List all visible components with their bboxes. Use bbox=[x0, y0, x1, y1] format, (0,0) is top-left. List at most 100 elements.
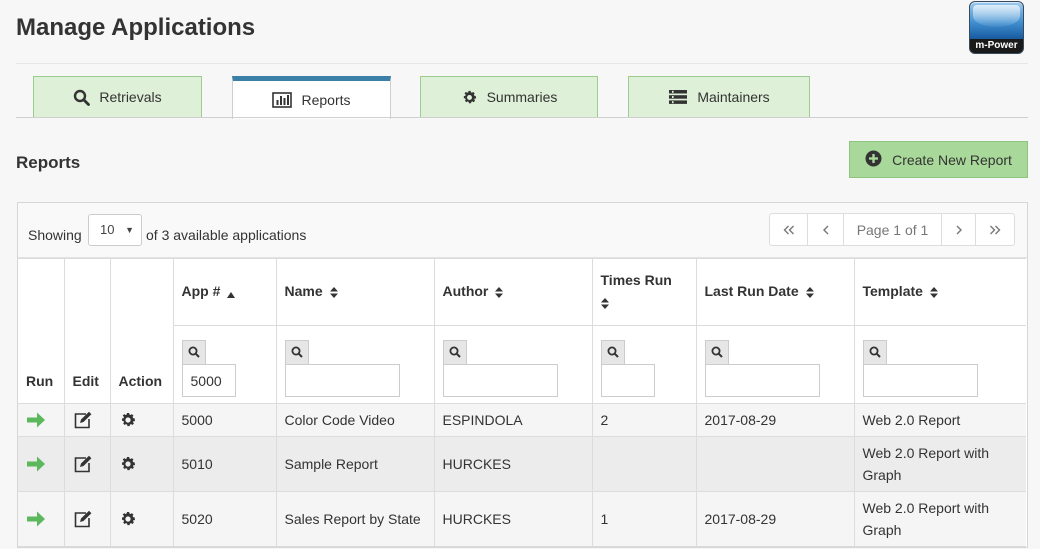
filter-search-button[interactable] bbox=[862, 340, 887, 364]
filter-search-button[interactable] bbox=[600, 340, 625, 364]
filter-app-number bbox=[173, 325, 277, 404]
gear-icon bbox=[461, 89, 478, 106]
double-chevron-right-icon bbox=[989, 222, 1001, 238]
section-title: Reports bbox=[16, 153, 81, 172]
last-run-cell: 2017-08-29 bbox=[695, 403, 855, 437]
name-cell: Color Code Video bbox=[275, 403, 435, 437]
action-cell bbox=[109, 436, 174, 492]
reports-panel: Showing 10 ▼ of 3 available applications… bbox=[17, 202, 1028, 548]
next-page-button[interactable] bbox=[942, 214, 976, 245]
times-run-cell: 1 bbox=[591, 491, 697, 547]
filter-template bbox=[853, 325, 1026, 404]
tab-reports[interactable]: Reports bbox=[232, 76, 391, 119]
list-icon bbox=[668, 89, 688, 105]
page-title: Manage Applications bbox=[16, 14, 256, 41]
author-filter-input[interactable] bbox=[442, 364, 558, 397]
tab-label: Maintainers bbox=[697, 89, 770, 105]
tab-maintainers[interactable]: Maintainers bbox=[628, 76, 810, 117]
page-size-select[interactable]: 10 ▼ bbox=[88, 214, 142, 246]
name-cell: Sample Report bbox=[275, 436, 435, 492]
name-cell: Sales Report by State bbox=[275, 491, 435, 547]
last-run-cell bbox=[695, 436, 855, 492]
times-run-cell bbox=[591, 436, 697, 492]
sort-icon bbox=[600, 293, 609, 315]
list-toolbar: Showing 10 ▼ of 3 available applications… bbox=[18, 203, 1027, 258]
sort-icon bbox=[929, 285, 938, 301]
filter-search-button[interactable] bbox=[442, 340, 467, 364]
col-app-number[interactable]: App # bbox=[172, 258, 277, 326]
create-button-label: Create New Report bbox=[892, 151, 1012, 168]
sort-icon bbox=[329, 285, 338, 301]
run-cell bbox=[18, 491, 65, 547]
template-cell: Web 2.0 Report with Graph bbox=[853, 491, 1026, 547]
col-template[interactable]: Template bbox=[853, 258, 1026, 326]
tab-retrievals[interactable]: Retrievals bbox=[33, 76, 202, 117]
search-icon bbox=[607, 345, 619, 361]
run-cell bbox=[18, 403, 65, 437]
tab-label: Reports bbox=[301, 92, 351, 108]
create-new-report-button[interactable]: Create New Report bbox=[849, 141, 1028, 178]
filter-search-button[interactable] bbox=[181, 340, 206, 364]
search-icon bbox=[711, 345, 723, 361]
run-arrow-icon[interactable] bbox=[26, 455, 56, 473]
times-run-cell: 2 bbox=[591, 403, 697, 437]
col-times-run[interactable]: Times Run bbox=[591, 258, 697, 326]
gear-icon[interactable] bbox=[119, 411, 165, 429]
app-number-cell: 5020 bbox=[172, 491, 277, 547]
table-row: 5000 Color Code Video ESPINDOLA 2 2017-0… bbox=[18, 403, 1026, 437]
col-name[interactable]: Name bbox=[275, 258, 435, 326]
run-arrow-icon[interactable] bbox=[26, 510, 56, 528]
col-last-run-date[interactable]: Last Run Date bbox=[695, 258, 855, 326]
filter-author bbox=[433, 325, 593, 404]
action-cell bbox=[109, 491, 174, 547]
edit-icon[interactable] bbox=[73, 455, 102, 473]
col-author[interactable]: Author bbox=[433, 258, 593, 326]
logo-label: m-Power bbox=[970, 39, 1023, 53]
pagination: Page 1 of 1 bbox=[769, 213, 1015, 246]
run-cell bbox=[18, 436, 65, 492]
caret-down-icon: ▼ bbox=[125, 225, 134, 235]
filter-last-run-date bbox=[695, 325, 855, 404]
table-row: 5010 Sample Report HURCKES Web 2.0 Repor… bbox=[18, 436, 1026, 492]
chevron-left-icon bbox=[822, 222, 830, 238]
col-author-label: Author bbox=[442, 283, 489, 300]
col-app-label: App # bbox=[181, 283, 221, 300]
search-icon bbox=[869, 345, 881, 361]
filter-search-button[interactable] bbox=[704, 340, 729, 364]
first-page-button[interactable] bbox=[770, 214, 808, 245]
gear-icon[interactable] bbox=[119, 455, 165, 473]
edit-icon[interactable] bbox=[73, 510, 102, 528]
search-icon bbox=[449, 345, 461, 361]
tab-label: Retrievals bbox=[99, 89, 162, 105]
last-run-filter-input[interactable] bbox=[704, 364, 820, 397]
filter-search-button[interactable] bbox=[284, 340, 309, 364]
template-cell: Web 2.0 Report bbox=[853, 403, 1026, 437]
app-number-cell: 5000 bbox=[172, 403, 277, 437]
chevron-right-icon bbox=[955, 222, 963, 238]
reports-table: Run Edit Action App # Name Author Times … bbox=[18, 258, 1026, 547]
template-filter-input[interactable] bbox=[862, 364, 978, 397]
edit-cell bbox=[63, 403, 111, 437]
col-name-label: Name bbox=[284, 283, 323, 300]
table-row: 5020 Sales Report by State HURCKES 1 201… bbox=[18, 491, 1026, 547]
times-run-filter-input[interactable] bbox=[600, 364, 655, 397]
header-divider bbox=[16, 63, 1028, 64]
col-template-label: Template bbox=[862, 283, 923, 300]
last-page-button[interactable] bbox=[976, 214, 1014, 245]
page-size-value: 10 bbox=[100, 222, 115, 237]
app-number-filter-input[interactable] bbox=[181, 364, 236, 397]
author-cell: HURCKES bbox=[433, 436, 593, 492]
edit-cell bbox=[63, 436, 111, 492]
name-filter-input[interactable] bbox=[284, 364, 400, 397]
edit-icon[interactable] bbox=[73, 411, 102, 429]
col-edit: Edit bbox=[63, 258, 111, 404]
previous-page-button[interactable] bbox=[808, 214, 844, 245]
search-icon bbox=[188, 345, 200, 361]
tab-summaries[interactable]: Summaries bbox=[420, 76, 598, 117]
author-cell: HURCKES bbox=[433, 491, 593, 547]
run-arrow-icon[interactable] bbox=[26, 411, 56, 429]
gear-icon[interactable] bbox=[119, 510, 165, 528]
plus-circle-icon bbox=[865, 150, 882, 170]
col-last-run-label: Last Run Date bbox=[704, 283, 799, 300]
filter-name bbox=[275, 325, 435, 404]
